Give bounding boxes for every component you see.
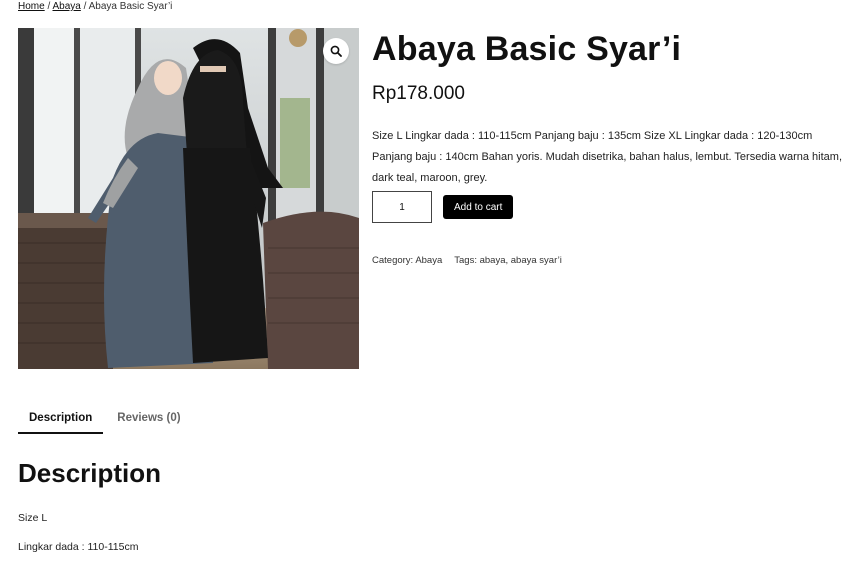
- product-summary: Abaya Basic Syar’i Rp178.000 Size L Ling…: [372, 28, 852, 189]
- description-line: Lingkar dada : 110-115cm: [18, 541, 139, 553]
- product-title: Abaya Basic Syar’i: [372, 30, 682, 68]
- product-tabs: Description Reviews (0): [18, 404, 192, 434]
- tags-links[interactable]: abaya, abaya syar’i: [480, 255, 562, 266]
- category-meta: Category: Abaya: [372, 255, 442, 266]
- breadcrumb-current: Abaya Basic Syar’i: [88, 1, 173, 12]
- tags-label: Tags:: [454, 255, 480, 266]
- add-to-cart-button[interactable]: Add to cart: [443, 195, 514, 219]
- description-line: Size L: [18, 512, 48, 524]
- breadcrumb-category-link[interactable]: Abaya: [52, 1, 80, 12]
- breadcrumb-separator: /: [80, 1, 89, 12]
- zoom-button[interactable]: [323, 38, 349, 64]
- tab-reviews[interactable]: Reviews (0): [106, 404, 191, 434]
- tags-meta: Tags: abaya, abaya syar’i: [454, 255, 562, 266]
- breadcrumb-home-link[interactable]: Home: [18, 1, 45, 12]
- breadcrumb: Home / Abaya / Abaya Basic Syar’i: [18, 0, 172, 13]
- quantity-input[interactable]: [372, 191, 432, 223]
- product-price: Rp178.000: [372, 83, 465, 104]
- add-to-cart-form: Add to cart: [372, 191, 514, 223]
- category-link[interactable]: Abaya: [415, 255, 442, 266]
- category-label: Category:: [372, 255, 416, 266]
- zoom-magnifier-icon: [330, 45, 342, 57]
- product-meta: Category: Abaya Tags: abaya, abaya syar’…: [372, 255, 562, 266]
- tab-description[interactable]: Description: [18, 404, 104, 434]
- product-photo: [18, 28, 359, 369]
- product-image[interactable]: [18, 28, 359, 369]
- description-heading: Description: [18, 458, 162, 488]
- product-short-description: Size L Lingkar dada : 110-115cm Panjang …: [372, 130, 843, 184]
